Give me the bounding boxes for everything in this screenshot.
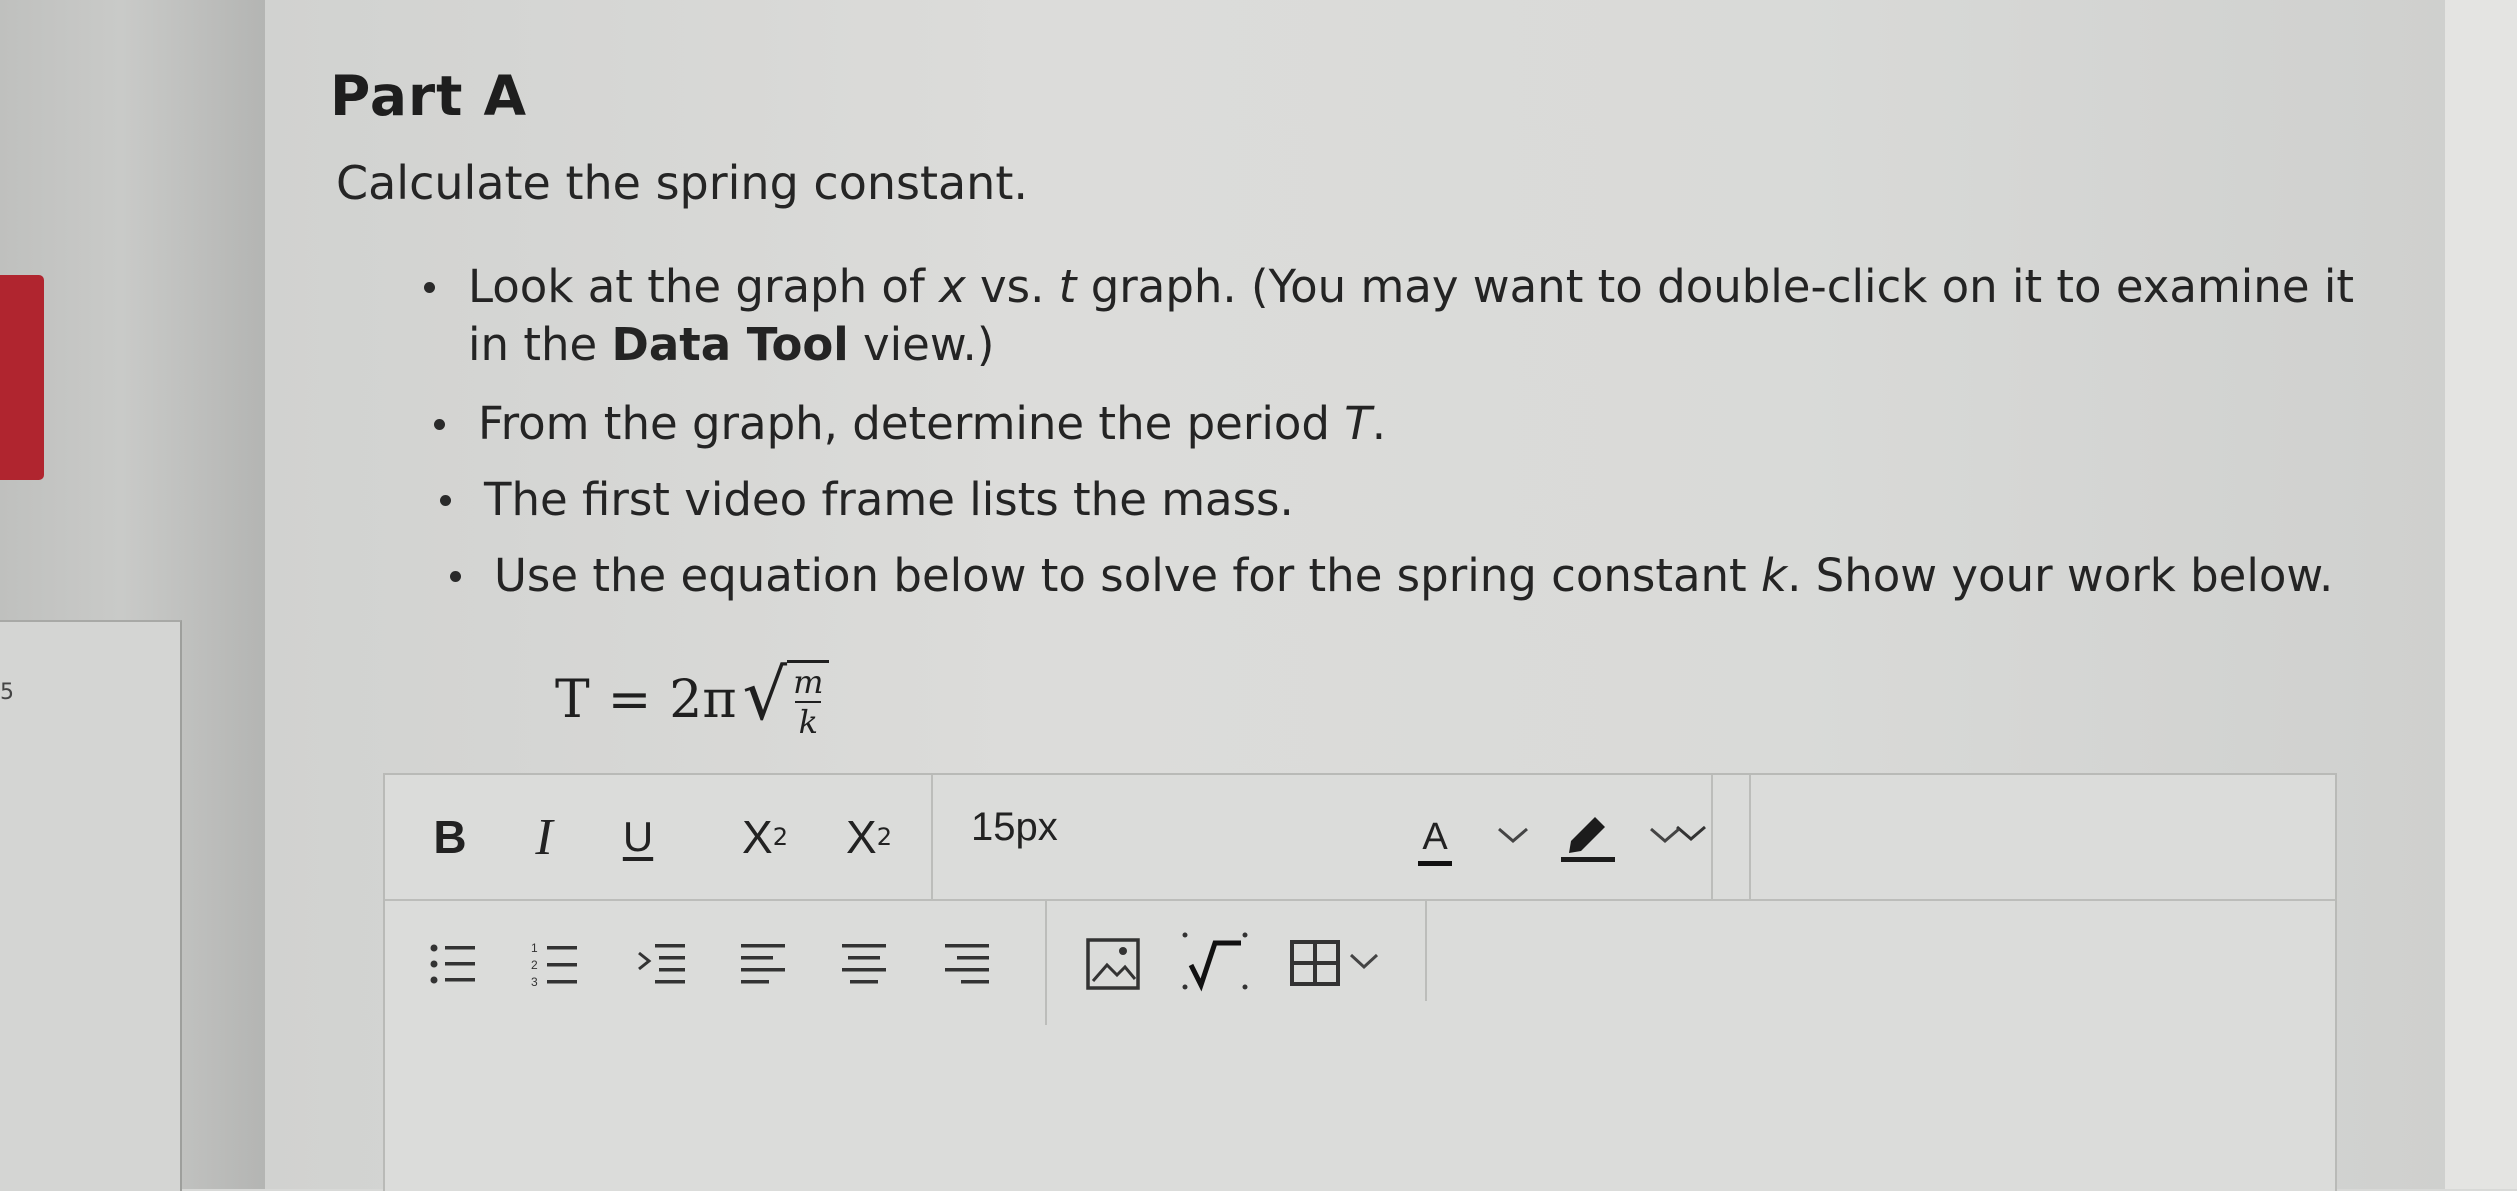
chevron-down-icon[interactable] (1647, 825, 1683, 847)
svg-text:3: 3 (531, 975, 538, 989)
rich-text-editor: B I U X2 X2 15px A 1 2 3 (383, 773, 2337, 1191)
svg-text:1: 1 (531, 941, 538, 955)
period-equation: T = 2π √ m k (555, 660, 830, 739)
align-left-icon[interactable] (739, 941, 789, 987)
highlight-icon[interactable] (1557, 805, 1619, 865)
toolbar-divider (1711, 775, 1713, 899)
square-root: √ m k (743, 660, 830, 739)
toolbar-row-formatting: B I U X2 X2 15px A (385, 775, 2335, 901)
equation-numerator: m (793, 663, 824, 701)
question-prompt: Calculate the spring constant. (336, 156, 1028, 210)
equation-denominator: k (798, 703, 818, 741)
toolbar-divider (1749, 775, 1751, 899)
font-size-select[interactable]: 15px (933, 775, 1749, 899)
indent-icon[interactable] (637, 941, 689, 987)
chevron-down-icon[interactable] (1495, 825, 1531, 847)
toolbar-row-paragraph: 1 2 3 (385, 901, 2335, 1025)
bold-icon[interactable]: B (425, 801, 475, 873)
numbered-list-icon[interactable]: 1 2 3 (531, 939, 581, 989)
subscript-icon[interactable]: X2 (833, 801, 905, 873)
equation-coefficient: 2π (669, 669, 737, 730)
svg-text:2: 2 (531, 958, 538, 972)
toolbar-divider (1045, 901, 1047, 1025)
toolbar-divider (1425, 901, 1427, 1001)
instruction-list: Look at the graph of x vs. t graph. (You… (418, 258, 2354, 614)
table-icon[interactable] (1289, 939, 1341, 987)
bullet-list-icon[interactable] (429, 941, 479, 987)
math-equation-icon[interactable] (1181, 931, 1251, 997)
data-tool-label: Data Tool (611, 318, 849, 371)
align-center-icon[interactable] (839, 941, 889, 987)
equation-lhs: T (555, 669, 590, 730)
align-right-icon[interactable] (941, 941, 991, 987)
red-side-tab[interactable] (0, 275, 44, 480)
list-item: The first video frame lists the mass. (434, 462, 2354, 538)
italic-icon[interactable]: I (519, 801, 569, 873)
left-panel-marker: 5 (0, 680, 14, 705)
list-item: Use the equation below to solve for the … (444, 538, 2354, 614)
font-color-icon[interactable]: A (1405, 805, 1465, 877)
underline-icon[interactable]: U (613, 801, 663, 873)
font-size-value: 15px (971, 805, 1058, 849)
list-item: From the graph, determine the period T. (428, 386, 2354, 462)
chevron-down-icon[interactable] (1347, 951, 1381, 973)
list-item: Look at the graph of x vs. t graph. (You… (418, 258, 2354, 374)
left-panel: 5 (0, 620, 182, 1191)
part-title: Part A (330, 64, 528, 128)
answer-text-area[interactable] (385, 1027, 2335, 1191)
image-icon[interactable] (1085, 937, 1141, 991)
right-edge (2445, 0, 2517, 1189)
equation-equals: = (607, 669, 652, 730)
superscript-icon[interactable]: X2 (729, 801, 801, 873)
